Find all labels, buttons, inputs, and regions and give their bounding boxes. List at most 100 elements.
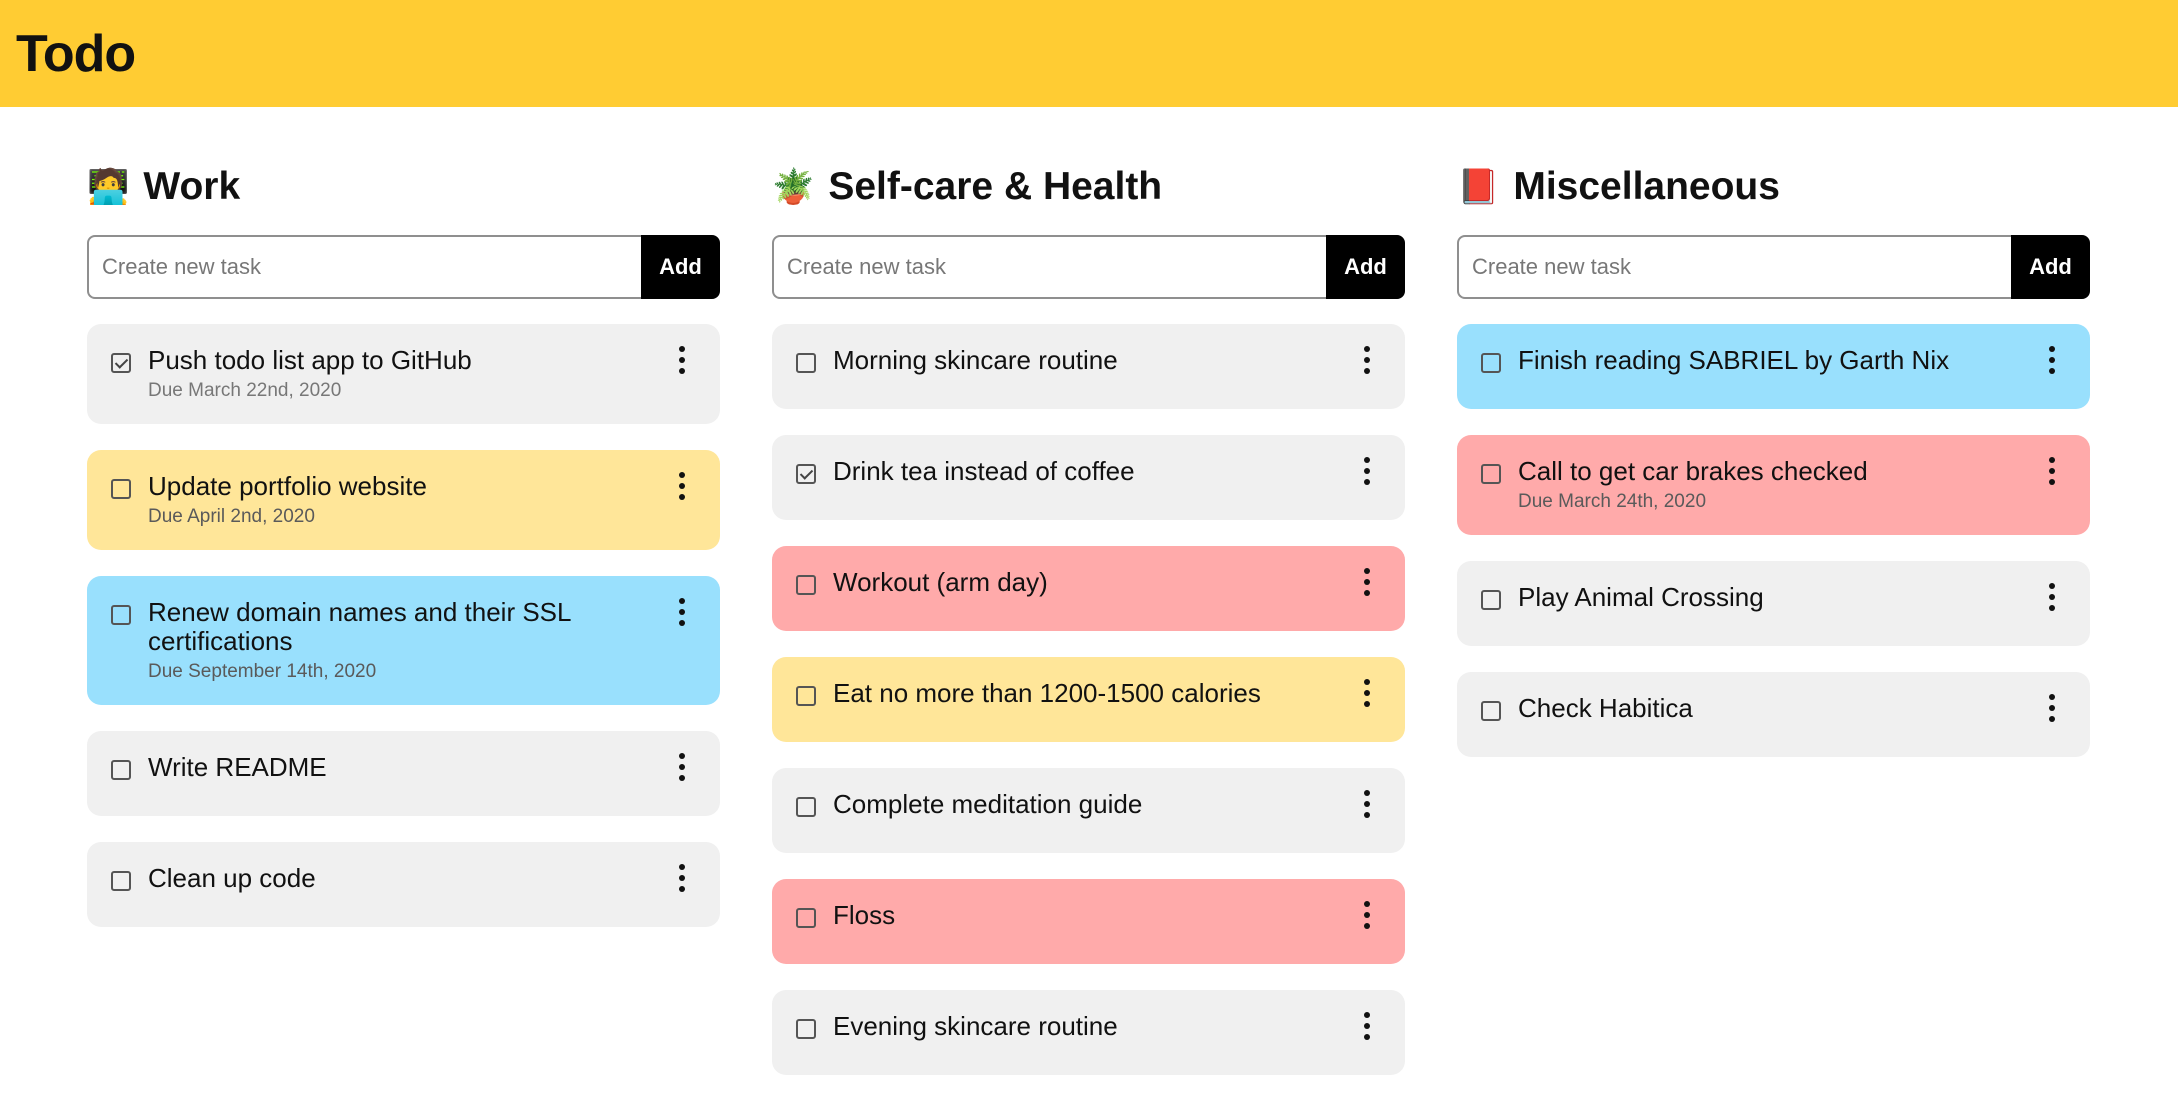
task-title: Finish reading SABRIEL by Garth Nix (1518, 345, 1950, 375)
task-title: Evening skincare routine (833, 1011, 1118, 1041)
add-task-button[interactable]: Add (1326, 235, 1405, 299)
more-options-icon[interactable] (668, 863, 696, 893)
task-card[interactable]: Check Habitica (1457, 672, 2090, 757)
column-emoji-icon: 🧑‍💻 (87, 167, 130, 207)
menu-dot (2049, 368, 2055, 374)
task-card[interactable]: Push todo list app to GitHub Due March 22… (87, 324, 720, 424)
task-checkbox[interactable] (111, 605, 131, 625)
add-task-button[interactable]: Add (641, 235, 720, 299)
task-card[interactable]: Call to get car brakes checked Due March … (1457, 435, 2090, 535)
task-checkbox[interactable] (111, 760, 131, 780)
menu-dot (679, 483, 685, 489)
task-card[interactable]: Drink tea instead of coffee (772, 435, 1405, 520)
more-options-icon[interactable] (1353, 345, 1381, 375)
task-checkbox[interactable] (111, 353, 131, 373)
menu-dot (1364, 579, 1370, 585)
menu-dot (1364, 679, 1370, 685)
task-card[interactable]: Clean up code (87, 842, 720, 927)
task-title: Check Habitica (1518, 693, 1693, 723)
more-options-icon[interactable] (1353, 789, 1381, 819)
new-task-form: Add (772, 235, 1405, 299)
more-options-icon[interactable] (2038, 345, 2066, 375)
task-due-date: Due March 24th, 2020 (1518, 491, 1707, 512)
task-body: Renew domain names and their SSL certifi… (148, 598, 658, 683)
menu-dot (679, 598, 685, 604)
task-card[interactable]: Renew domain names and their SSL certifi… (87, 576, 720, 705)
task-due-date: Due September 14th, 2020 (148, 661, 377, 682)
task-body: Workout (arm day) (833, 568, 1343, 597)
more-options-icon[interactable] (668, 471, 696, 501)
more-options-icon[interactable] (2038, 693, 2066, 723)
task-title: Floss (833, 900, 896, 930)
task-title: Update portfolio website (148, 471, 427, 501)
list-column-miscellaneous: 📕 Miscellaneous Add Finish reading SABRIEL … (1457, 159, 2090, 1075)
task-card[interactable]: Floss (772, 879, 1405, 964)
task-checkbox[interactable] (796, 797, 816, 817)
menu-dot (679, 864, 685, 870)
menu-dot (2049, 583, 2055, 589)
more-options-icon[interactable] (2038, 456, 2066, 486)
task-checkbox[interactable] (1481, 464, 1501, 484)
more-options-icon[interactable] (1353, 900, 1381, 930)
more-options-icon[interactable] (2038, 582, 2066, 612)
task-card[interactable]: Complete meditation guide (772, 768, 1405, 853)
menu-dot (1364, 1023, 1370, 1029)
more-options-icon[interactable] (1353, 1011, 1381, 1041)
task-card[interactable]: Evening skincare routine (772, 990, 1405, 1075)
menu-dot (679, 764, 685, 770)
task-title: Clean up code (148, 863, 316, 893)
more-options-icon[interactable] (668, 345, 696, 375)
menu-dot (1364, 812, 1370, 818)
menu-dot (679, 368, 685, 374)
task-checkbox[interactable] (796, 686, 816, 706)
task-due-date: Due March 22nd, 2020 (148, 380, 342, 401)
menu-dot (679, 357, 685, 363)
task-checkbox[interactable] (111, 479, 131, 499)
task-checkbox[interactable] (796, 575, 816, 595)
menu-dot (1364, 590, 1370, 596)
more-options-icon[interactable] (1353, 456, 1381, 486)
more-options-icon[interactable] (1353, 678, 1381, 708)
app-header: Todo (0, 0, 2178, 107)
menu-dot (679, 472, 685, 478)
task-title: Drink tea instead of coffee (833, 456, 1135, 486)
task-checkbox[interactable] (796, 464, 816, 484)
task-title: Play Animal Crossing (1518, 582, 1764, 612)
menu-dot (1364, 1012, 1370, 1018)
task-list: Push todo list app to GitHub Due March 22… (87, 324, 720, 927)
task-checkbox[interactable] (1481, 353, 1501, 373)
menu-dot (1364, 457, 1370, 463)
task-card[interactable]: Finish reading SABRIEL by Garth Nix (1457, 324, 2090, 409)
task-card[interactable]: Write README (87, 731, 720, 816)
more-options-icon[interactable] (668, 752, 696, 782)
task-card[interactable]: Update portfolio website Due April 2nd, 2… (87, 450, 720, 550)
task-card[interactable]: Workout (arm day) (772, 546, 1405, 631)
menu-dot (679, 886, 685, 892)
task-checkbox[interactable] (1481, 590, 1501, 610)
task-card[interactable]: Morning skincare routine (772, 324, 1405, 409)
menu-dot (2049, 594, 2055, 600)
task-body: Call to get car brakes checked Due March … (1518, 457, 2028, 513)
task-checkbox[interactable] (111, 871, 131, 891)
new-task-input[interactable] (87, 235, 641, 299)
task-title: Eat no more than 1200-1500 calories (833, 678, 1261, 708)
task-card[interactable]: Eat no more than 1200-1500 calories (772, 657, 1405, 742)
task-checkbox[interactable] (1481, 701, 1501, 721)
task-checkbox[interactable] (796, 353, 816, 373)
new-task-input[interactable] (772, 235, 1326, 299)
columns-container: 🧑‍💻 Work Add Push todo list app to GitHub Du… (0, 107, 2178, 1075)
task-title: Push todo list app to GitHub (148, 345, 472, 375)
more-options-icon[interactable] (668, 597, 696, 627)
task-checkbox[interactable] (796, 908, 816, 928)
menu-dot (1364, 357, 1370, 363)
menu-dot (1364, 568, 1370, 574)
more-options-icon[interactable] (1353, 567, 1381, 597)
add-task-button[interactable]: Add (2011, 235, 2090, 299)
menu-dot (2049, 357, 2055, 363)
task-checkbox[interactable] (796, 1019, 816, 1039)
task-card[interactable]: Play Animal Crossing (1457, 561, 2090, 646)
new-task-input[interactable] (1457, 235, 2011, 299)
task-body: Evening skincare routine (833, 1012, 1343, 1041)
menu-dot (679, 494, 685, 500)
menu-dot (2049, 694, 2055, 700)
